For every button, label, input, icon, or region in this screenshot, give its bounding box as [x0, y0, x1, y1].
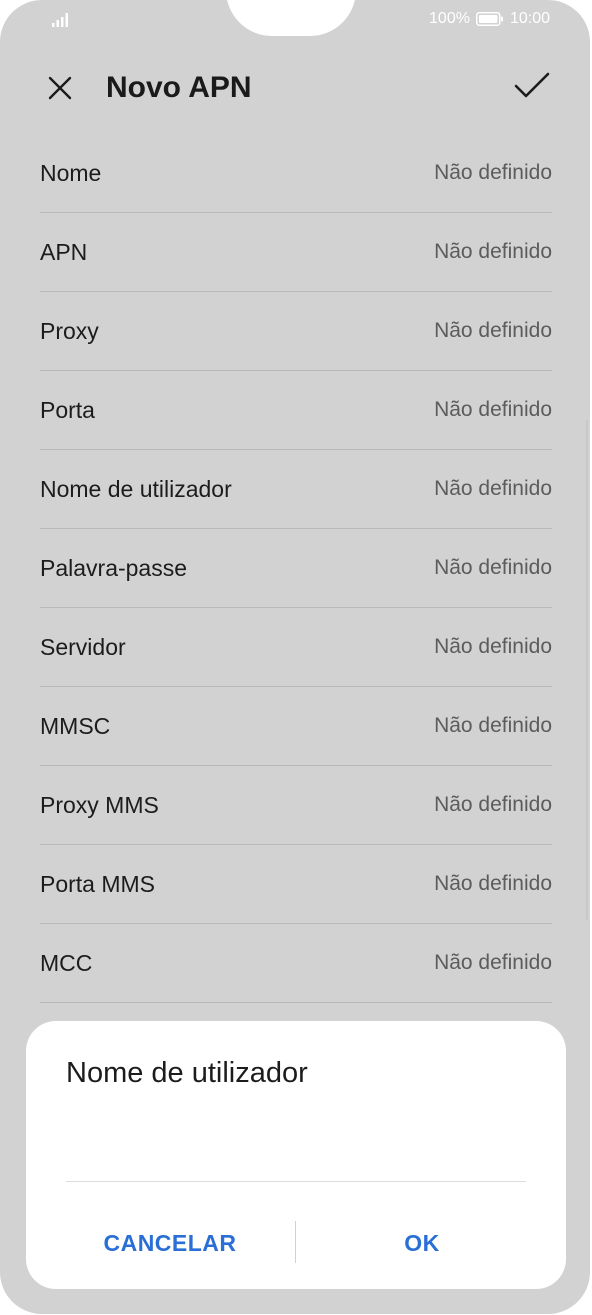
apn-field-porta-mms[interactable]: Porta MMS Não definido	[40, 845, 552, 924]
field-label: Nome	[40, 159, 102, 186]
field-label: Proxy	[40, 317, 99, 344]
field-label: MMSC	[40, 712, 111, 739]
app-bar: Novo APN	[0, 52, 590, 124]
field-value: Não definido	[434, 556, 552, 579]
ok-button[interactable]: OK	[302, 1217, 542, 1269]
field-value: Não definido	[434, 635, 552, 658]
apn-field-mmsc[interactable]: MMSC Não definido	[40, 687, 552, 766]
apn-field-proxy[interactable]: Proxy Não definido	[40, 292, 552, 371]
field-value: Não definido	[434, 477, 552, 500]
field-value: Não definido	[434, 161, 552, 184]
status-right: 100% 10:00	[429, 10, 550, 28]
apn-field-proxy-mms[interactable]: Proxy MMS Não definido	[40, 766, 552, 845]
apn-settings-list: Nome Não definido APN Não definido Proxy…	[40, 134, 552, 1003]
page-title: Novo APN	[106, 71, 252, 104]
screen: 100% 10:00 Novo APN Nome Não definido AP…	[0, 0, 590, 1314]
field-value: Não definido	[434, 714, 552, 737]
field-value: Não definido	[434, 793, 552, 816]
apn-field-mcc[interactable]: MCC Não definido	[40, 924, 552, 1003]
field-label: Palavra-passe	[40, 554, 188, 581]
dialog-title: Nome de utilizador	[66, 1057, 308, 1089]
field-label: Porta	[40, 396, 95, 423]
field-value: Não definido	[434, 240, 552, 263]
apn-field-nome[interactable]: Nome Não definido	[40, 134, 552, 213]
confirm-button[interactable]	[510, 66, 554, 106]
apn-field-nome-de-utilizador[interactable]: Nome de utilizador Não definido	[40, 450, 552, 529]
field-label: APN	[40, 238, 88, 265]
phone-frame: 100% 10:00 Novo APN Nome Não definido AP…	[0, 0, 592, 1315]
field-value: Não definido	[434, 951, 552, 974]
field-label: MCC	[40, 949, 93, 976]
close-icon	[48, 76, 72, 100]
dialog-actions: CANCELAR OK	[26, 1217, 566, 1269]
close-button[interactable]	[40, 68, 80, 108]
scrollbar[interactable]	[586, 420, 588, 920]
username-input[interactable]	[66, 1121, 526, 1182]
field-value: Não definido	[434, 872, 552, 895]
cancel-button[interactable]: CANCELAR	[50, 1217, 290, 1269]
apn-field-porta[interactable]: Porta Não definido	[40, 371, 552, 450]
field-label: Porta MMS	[40, 870, 156, 897]
battery-icon	[475, 12, 503, 26]
field-label: Servidor	[40, 633, 126, 660]
username-dialog: Nome de utilizador CANCELAR OK	[26, 1021, 566, 1289]
field-label: Proxy MMS	[40, 791, 159, 818]
field-value: Não definido	[434, 319, 552, 342]
battery-percent: 100%	[429, 10, 470, 27]
field-label: Nome de utilizador	[40, 475, 232, 502]
apn-field-servidor[interactable]: Servidor Não definido	[40, 608, 552, 687]
checkmark-icon	[514, 72, 550, 98]
dialog-button-divider	[295, 1221, 296, 1263]
signal-icon	[52, 13, 68, 27]
status-time: 10:00	[509, 10, 550, 27]
field-value: Não definido	[434, 398, 552, 421]
apn-field-apn[interactable]: APN Não definido	[40, 213, 552, 292]
apn-field-palavra-passe[interactable]: Palavra-passe Não definido	[40, 529, 552, 608]
